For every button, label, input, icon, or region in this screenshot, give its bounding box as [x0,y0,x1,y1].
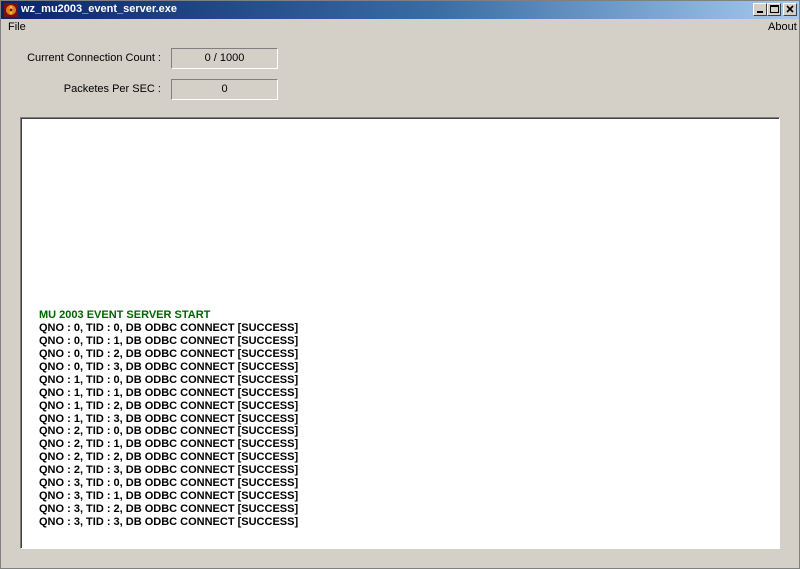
minimize-button[interactable] [753,3,767,16]
log-lines: MU 2003 EVENT SERVER START QNO : 0, TID … [39,309,298,529]
log-line: QNO : 1, TID : 2, DB ODBC CONNECT [SUCCE… [39,399,299,412]
connection-count-label: Current Connection Count : [27,52,161,64]
window-title: wz_mu2003_event_server.exe [21,3,177,15]
connection-count-field: 0 / 1000 [171,48,278,69]
log-line-start: MU 2003 EVENT SERVER START [39,309,211,321]
close-icon [786,5,794,13]
log-line: QNO : 2, TID : 3, DB ODBC CONNECT [SUCCE… [39,464,299,477]
log-line: QNO : 2, TID : 1, DB ODBC CONNECT [SUCCE… [39,438,299,451]
minimize-icon [757,11,763,13]
app-icon[interactable] [4,3,18,17]
maximize-icon [770,5,779,13]
log-line: QNO : 1, TID : 3, DB ODBC CONNECT [SUCCE… [39,412,299,425]
menu-file[interactable]: File [6,21,28,33]
log-line: QNO : 3, TID : 2, DB ODBC CONNECT [SUCCE… [39,503,299,516]
main-window: wz_mu2003_event_server.exe File About Cu… [0,0,800,569]
log-line: QNO : 2, TID : 2, DB ODBC CONNECT [SUCCE… [39,451,299,464]
packets-per-sec-label: Packetes Per SEC : [63,83,161,95]
log-line: QNO : 0, TID : 2, DB ODBC CONNECT [SUCCE… [39,347,299,360]
menu-about[interactable]: About [766,21,799,33]
log-output[interactable]: MU 2003 EVENT SERVER START QNO : 0, TID … [20,117,780,549]
packets-per-sec-field: 0 [171,79,278,100]
log-line: QNO : 1, TID : 1, DB ODBC CONNECT [SUCCE… [39,386,299,399]
close-button[interactable] [783,3,797,16]
log-line: QNO : 0, TID : 3, DB ODBC CONNECT [SUCCE… [39,360,299,373]
log-line: QNO : 2, TID : 0, DB ODBC CONNECT [SUCCE… [39,425,299,438]
log-line: QNO : 3, TID : 1, DB ODBC CONNECT [SUCCE… [39,490,299,503]
log-line: QNO : 3, TID : 0, DB ODBC CONNECT [SUCCE… [39,477,299,490]
log-line: QNO : 0, TID : 1, DB ODBC CONNECT [SUCCE… [39,334,299,347]
title-bar[interactable]: wz_mu2003_event_server.exe [1,1,799,19]
log-line: QNO : 3, TID : 3, DB ODBC CONNECT [SUCCE… [39,516,299,528]
log-line: QNO : 1, TID : 0, DB ODBC CONNECT [SUCCE… [39,373,299,386]
maximize-button[interactable] [767,3,781,16]
log-line: QNO : 0, TID : 0, DB ODBC CONNECT [SUCCE… [39,321,299,334]
menu-bar: File About [1,19,799,36]
